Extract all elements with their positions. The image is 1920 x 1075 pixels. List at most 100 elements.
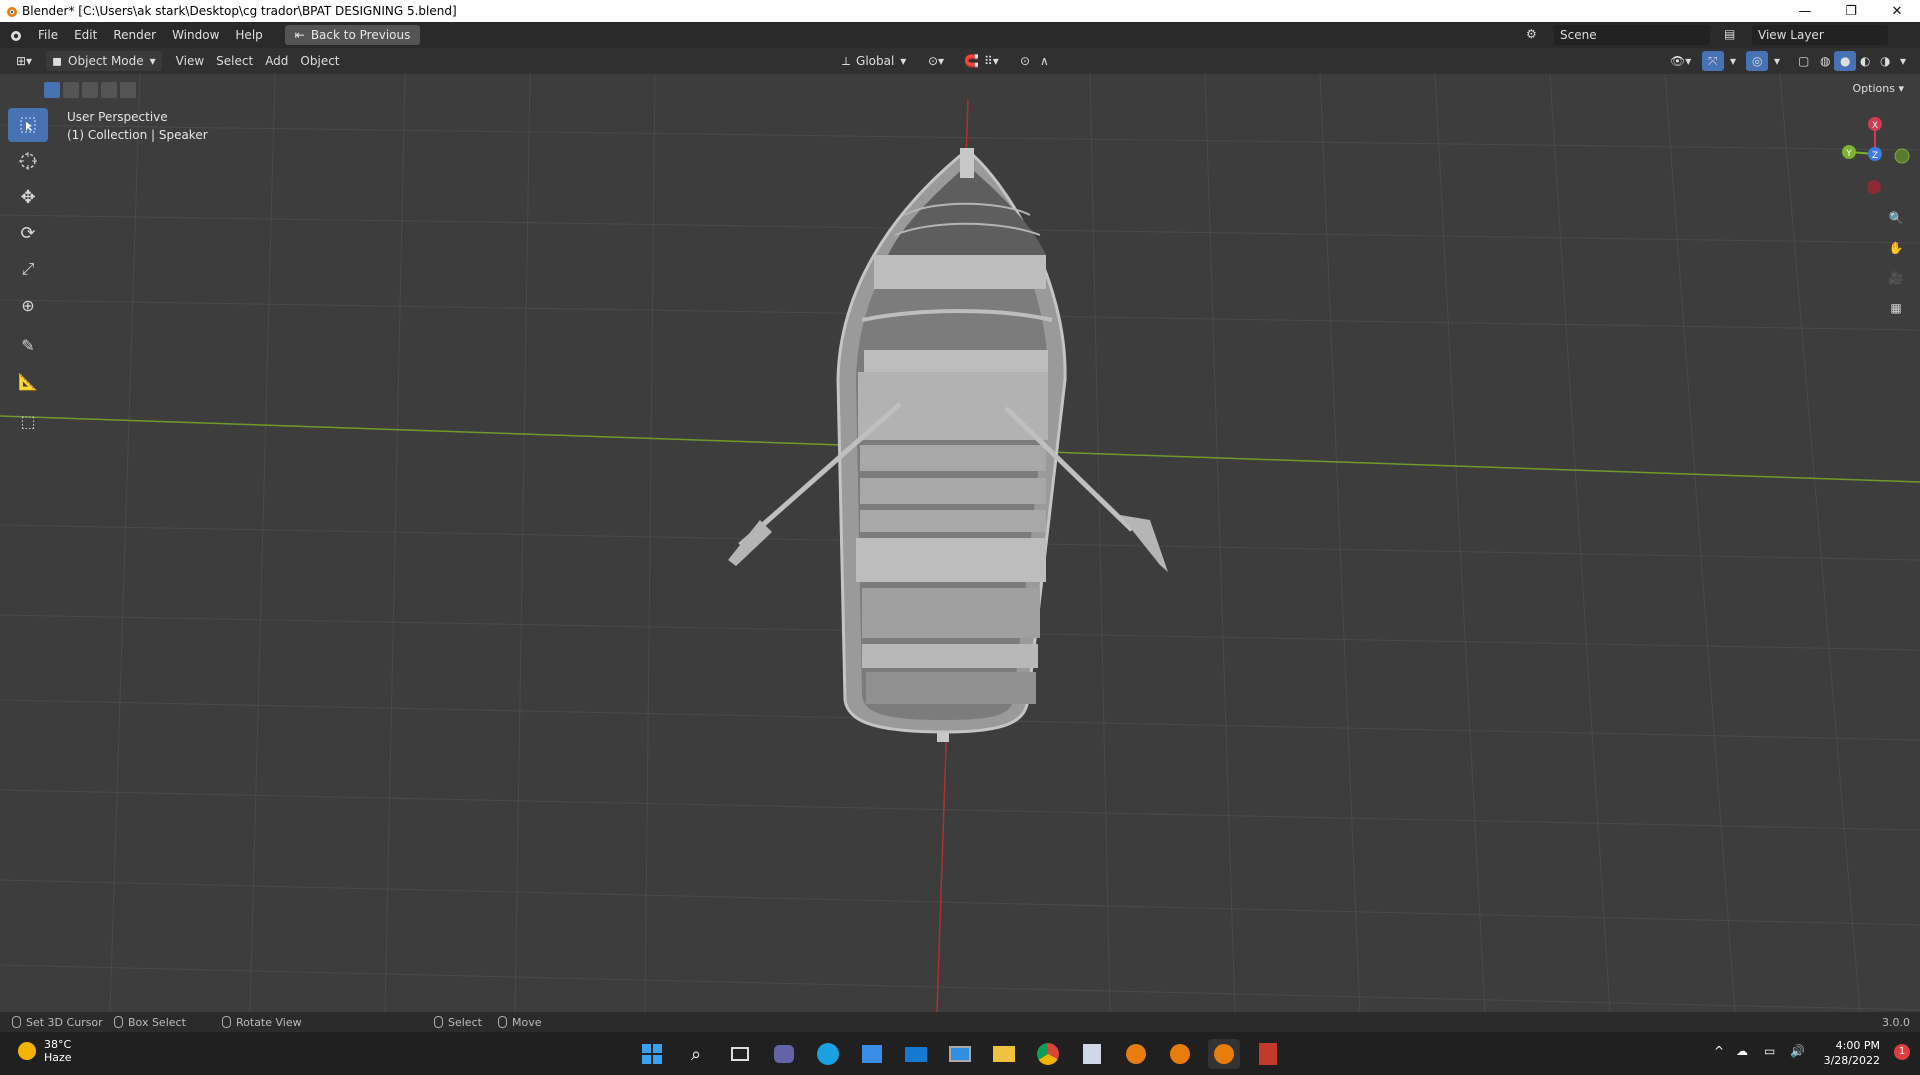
scene-icon[interactable]: ⚙ [1526,27,1537,41]
windows-taskbar: 38°C Haze ⌕ ^ ☁ ▭ 🔊 4:00 PM 3/28/2022 1 [0,1032,1920,1075]
mouse-left-icon [12,1016,21,1028]
transform-tool[interactable]: ⊕ [8,288,48,322]
mouse-middle-icon [222,1016,231,1028]
blender-menu-icon[interactable] [0,28,30,42]
volume-icon[interactable]: 🔊 [1790,1044,1805,1058]
xray-icon[interactable]: ▢ [1792,51,1815,71]
overlay-toggle-icon[interactable]: ◎ [1746,51,1769,71]
sun-icon [18,1042,36,1060]
store-icon[interactable] [856,1039,888,1069]
chevron-down-icon: ▾ [900,54,907,68]
options-dropdown[interactable]: Options ▾ [1847,80,1910,97]
chrome-icon[interactable] [1032,1039,1064,1069]
y-axis-label: Y [1845,149,1852,159]
window-title: Blender* [C:\Users\ak stark\Desktop\cg t… [22,4,457,18]
status-bar: Set 3D Cursor Box Select Rotate View Sel… [0,1012,1920,1032]
blender-logo-icon [0,0,22,22]
gizmo-toggle-icon[interactable]: ⤧ [1702,51,1724,71]
move-tool[interactable]: ✥ [8,180,48,214]
select-box-tool[interactable] [8,108,48,142]
object-mode-dropdown[interactable]: ◼ Object Mode ▾ [46,51,162,71]
weather-condition: Haze [44,1051,72,1064]
rotate-tool[interactable]: ⟳ [8,216,48,250]
menu-edit[interactable]: Edit [66,28,105,42]
menu-render[interactable]: Render [105,28,164,42]
proportional-editing-icon[interactable]: ⊙ [1014,51,1036,71]
blender-taskbar-icon-2[interactable] [1164,1039,1196,1069]
select-invert-icon[interactable] [101,82,117,98]
transform-orientation-dropdown[interactable]: ⟂ Global ▾ [836,51,912,71]
minimize-button[interactable]: — [1782,0,1828,22]
cursor-tool[interactable] [8,144,48,178]
select-mode-buttons [44,82,136,98]
add-cube-tool[interactable]: ⬚ [8,404,48,438]
z-axis-label: Z [1872,151,1878,161]
menu-select[interactable]: Select [210,51,259,71]
select-subtract-icon[interactable] [82,82,98,98]
scale-tool[interactable]: ⤢ [8,252,48,286]
view-layer-selector[interactable]: View Layer [1752,25,1888,45]
menu-view[interactable]: View [170,51,210,71]
measure-tool[interactable]: 📐 [8,364,48,398]
pivot-point-icon[interactable]: ⊙▾ [922,51,950,71]
menu-add[interactable]: Add [259,51,294,71]
shading-dropdown-icon[interactable]: ▾ [1894,51,1912,71]
back-to-previous-button[interactable]: ⇤ Back to Previous [284,25,421,45]
notepad-icon[interactable] [1076,1039,1108,1069]
zoom-icon[interactable]: 🔍 [1882,204,1910,232]
select-extend-icon[interactable] [63,82,79,98]
taskbar-clock[interactable]: 4:00 PM 3/28/2022 [1824,1038,1880,1068]
desktop-app-icon[interactable] [944,1039,976,1069]
viewport-perspective-label: User Perspective [67,110,168,124]
menu-help[interactable]: Help [227,28,270,42]
menu-object[interactable]: Object [294,51,345,71]
visibility-icon[interactable]: 👁▾ [1664,51,1697,71]
neg-x-axis-handle[interactable] [1867,180,1881,194]
object-mode-icon: ◼ [52,54,63,68]
blender-taskbar-icon-active[interactable] [1208,1039,1240,1069]
notification-badge[interactable]: 1 [1894,1044,1910,1060]
falloff-icon[interactable]: ∧ [1034,51,1055,71]
maximize-button[interactable]: ❐ [1828,0,1874,22]
blender-taskbar-icon-1[interactable] [1120,1039,1152,1069]
editor-type-icon[interactable]: ⊞▾ [10,51,38,71]
mail-icon[interactable] [900,1039,932,1069]
snap-target-icon[interactable]: ⠿▾ [978,51,1005,71]
3d-viewport[interactable]: User Perspective (1) Collection | Speake… [0,74,1920,1012]
pan-hand-icon[interactable]: ✋ [1882,234,1910,262]
weather-temp: 38°C [44,1038,72,1051]
clock-date: 3/28/2022 [1823,1054,1880,1067]
file-explorer-icon[interactable] [988,1039,1020,1069]
edge-browser-icon[interactable] [812,1039,844,1069]
close-button[interactable]: ✕ [1874,0,1920,22]
search-icon[interactable]: ⌕ [680,1039,712,1069]
pencil-icon: ✎ [21,335,35,355]
select-new-icon[interactable] [44,82,60,98]
gizmo-dropdown-icon[interactable]: ▾ [1724,51,1742,71]
scene-selector[interactable]: Scene [1554,25,1710,45]
overlay-dropdown-icon[interactable]: ▾ [1768,51,1786,71]
select-intersect-icon[interactable] [120,82,136,98]
task-view-icon[interactable] [724,1039,756,1069]
window-titlebar: Blender* [C:\Users\ak stark\Desktop\cg t… [0,0,1920,22]
viewport-scene [0,74,1920,1012]
chat-icon[interactable] [768,1039,800,1069]
camera-view-icon[interactable]: 🎥 [1882,264,1910,292]
weather-widget[interactable]: 38°C Haze [18,1038,72,1064]
menu-window[interactable]: Window [164,28,227,42]
neg-y-axis-handle[interactable] [1894,148,1910,164]
status-box-select: Box Select [114,1016,186,1029]
calculator-icon[interactable] [1252,1039,1284,1069]
menu-file[interactable]: File [30,28,66,42]
ortho-toggle-icon[interactable]: ▦ [1882,294,1910,322]
tool-shelf: ✥ ⟳ ⤢ ⊕ ✎ 📐 ⬚ [8,108,48,440]
viewport-collection-label: (1) Collection | Speaker [67,128,208,142]
network-icon[interactable]: ▭ [1764,1044,1775,1058]
windows-start-icon[interactable] [636,1039,668,1069]
annotate-tool[interactable]: ✎ [8,328,48,362]
show-hidden-icons-icon[interactable]: ^ [1714,1044,1724,1058]
onedrive-icon[interactable]: ☁ [1736,1044,1748,1058]
status-rotate-view-label: Rotate View [236,1015,302,1029]
view-layer-icon[interactable]: ▤ [1724,27,1735,41]
viewport-header: ⊞▾ ◼ Object Mode ▾ View Select Add Objec… [0,48,1920,74]
